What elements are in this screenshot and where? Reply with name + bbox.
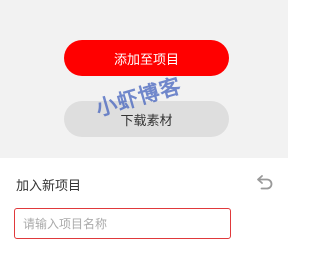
download-material-button[interactable]: 下载素材	[64, 101, 229, 137]
undo-icon[interactable]	[255, 173, 275, 191]
project-name-input[interactable]	[14, 208, 231, 239]
new-project-section: 加入新项目	[0, 158, 288, 265]
undo-icon-glyph	[257, 175, 273, 190]
action-panel: 添加至项目 下载素材 小虾博客	[0, 0, 288, 158]
new-project-title: 加入新项目	[16, 179, 82, 194]
add-to-project-button[interactable]: 添加至项目	[64, 40, 229, 76]
